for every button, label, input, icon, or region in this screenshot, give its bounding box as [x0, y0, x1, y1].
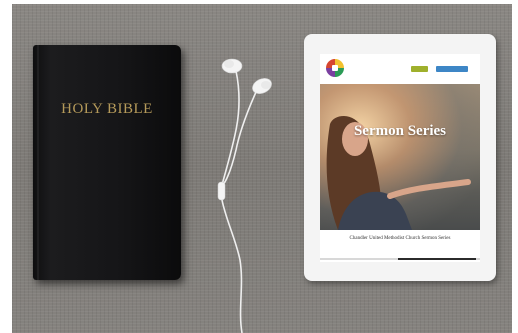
- church-cross-logo-icon[interactable]: [326, 59, 344, 77]
- woman-photo: [326, 116, 471, 230]
- website-header: [320, 54, 480, 84]
- hero-title: Sermon Series: [353, 123, 447, 139]
- tablet-screen[interactable]: Sermon Series Chandler United Methodist …: [320, 54, 480, 262]
- hero-banner: Sermon Series: [320, 84, 480, 230]
- nav-button-blue[interactable]: [436, 66, 468, 72]
- tablet-device: Sermon Series Chandler United Methodist …: [304, 34, 496, 281]
- sermon-caption: Chandler United Methodist Church Sermon …: [349, 236, 451, 241]
- nav-button-green[interactable]: [411, 66, 428, 72]
- slider-progress-track: [320, 258, 480, 260]
- slider-progress-fill: [398, 258, 476, 260]
